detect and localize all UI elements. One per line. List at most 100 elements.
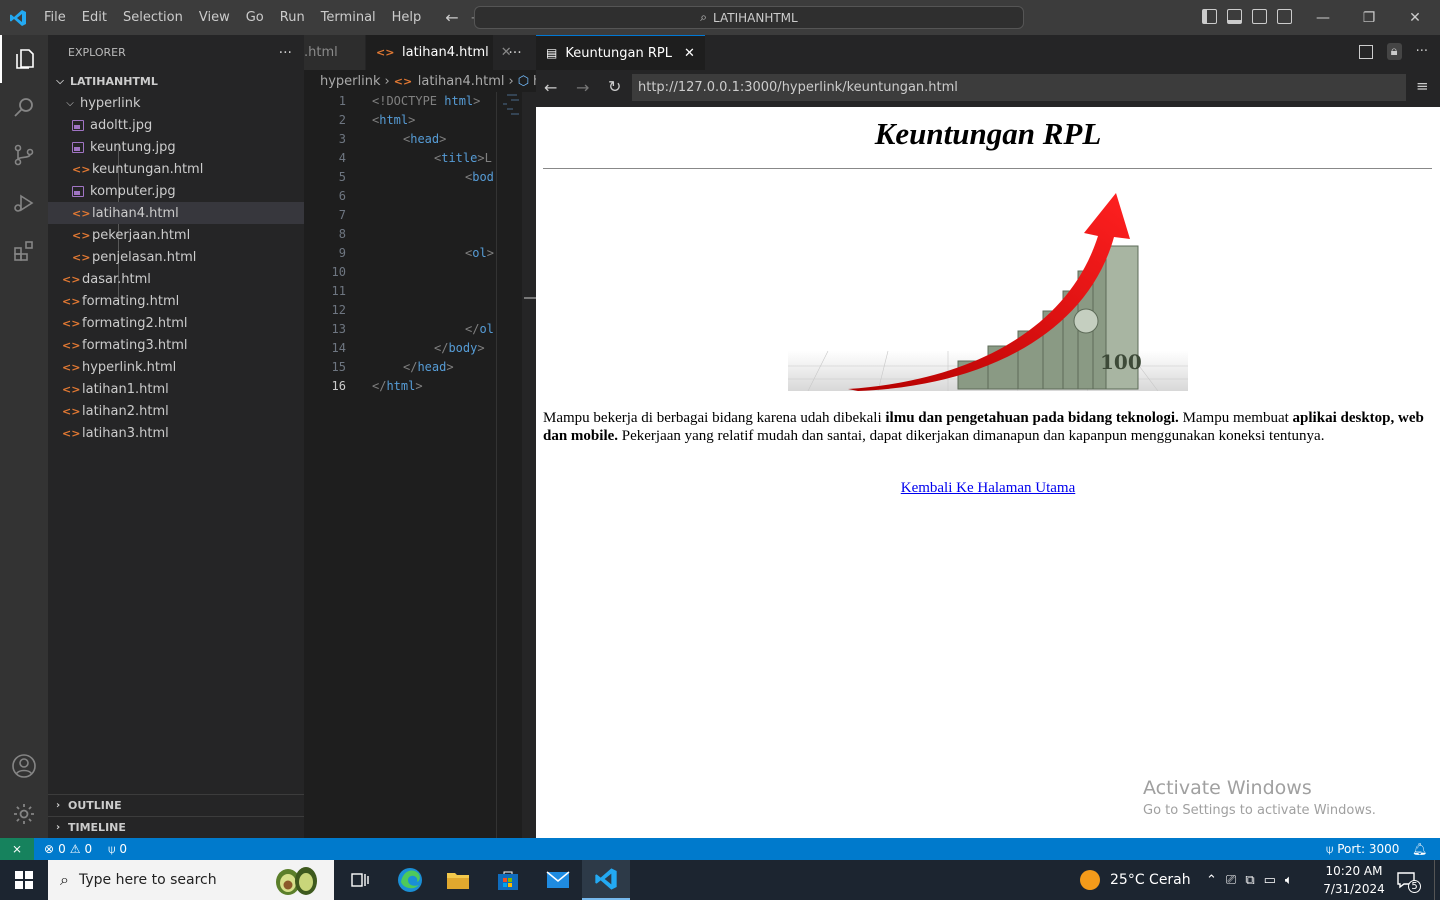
chevron-right-icon: › (384, 73, 390, 89)
more-actions-icon[interactable]: ··· (1416, 44, 1428, 59)
file-item[interactable]: <> latihan4.html (48, 202, 304, 224)
breadcrumb-folder[interactable]: hyperlink (320, 74, 381, 89)
edge-browser-icon[interactable] (386, 860, 434, 900)
taskbar-search-box[interactable]: ⌕ Type here to search (48, 860, 334, 900)
file-item[interactable]: komputer.jpg (48, 180, 304, 202)
tab-previous-html[interactable]: .html (304, 35, 366, 70)
outline-section[interactable]: › OUTLINE (48, 794, 304, 816)
file-item[interactable]: <> dasar.html (48, 268, 304, 290)
code-token-open: </ (434, 341, 449, 355)
menu-item-terminal[interactable]: Terminal (313, 10, 384, 25)
code-token-open: <!DOCTYPE (372, 94, 445, 108)
search-icon[interactable] (0, 83, 48, 131)
show-desktop-button[interactable] (1434, 860, 1440, 900)
code-token-tag: html (379, 113, 409, 127)
breadcrumb-file[interactable]: latihan4.html (418, 74, 505, 89)
back-to-home-link[interactable]: Kembali Ke Halaman Utama (536, 480, 1440, 497)
url-input[interactable]: http://127.0.0.1:3000/hyperlink/keuntung… (632, 74, 1406, 101)
microsoft-store-icon[interactable] (484, 860, 532, 900)
antenna-icon: ⍦ (1326, 841, 1334, 856)
lock-icon[interactable]: 🔒︎ (1386, 43, 1402, 60)
notification-center-icon[interactable]: 5 (1396, 870, 1421, 894)
menu-item-help[interactable]: Help (384, 10, 430, 25)
tab-label: latihan4.html (402, 45, 489, 60)
timeline-section[interactable]: › TIMELINE (48, 816, 304, 838)
tab-close-icon[interactable]: ✕ (684, 46, 695, 61)
vertical-scrollbar[interactable] (522, 92, 536, 838)
weather-widget[interactable]: 25°C Cerah (1080, 860, 1191, 900)
folder-hyperlink[interactable]: ⌵ hyperlink (48, 92, 304, 114)
toggle-secondary-sidebar-icon[interactable] (1252, 9, 1267, 24)
file-item[interactable]: adoltt.jpg (48, 114, 304, 136)
port-status[interactable]: ⍦ Port: 3000 (1326, 842, 1399, 857)
file-item[interactable]: <> keuntungan.html (48, 158, 304, 180)
menu-item-run[interactable]: Run (272, 10, 313, 25)
tab-keuntungan-rpl[interactable]: ▤ Keuntungan RPL ✕ (536, 35, 705, 70)
back-arrow-icon[interactable]: ← (445, 8, 458, 27)
file-explorer-icon[interactable] (434, 860, 482, 900)
file-item[interactable]: <> latihan1.html (48, 378, 304, 400)
account-icon[interactable] (0, 742, 48, 790)
menu-item-selection[interactable]: Selection (115, 10, 191, 25)
status-bar: ⨯ ⊗ 0 ⚠ 0 ⍦ 0 ⍦ Port: 3000 🔔︎ (0, 838, 1440, 860)
screen-share-icon[interactable]: ⧉ (1245, 873, 1254, 888)
settings-gear-icon[interactable] (0, 790, 48, 838)
minimize-icon[interactable]: — (1300, 0, 1346, 35)
toggle-sidebar-icon[interactable] (1202, 9, 1217, 24)
more-actions-icon[interactable]: ··· (279, 45, 292, 61)
file-item[interactable]: <> formating.html (48, 290, 304, 312)
task-view-icon[interactable] (336, 860, 384, 900)
problems-indicator[interactable]: ⊗ 0 ⚠ 0 (44, 842, 92, 856)
file-item[interactable]: <> latihan2.html (48, 400, 304, 422)
search-icon: ⌕ (700, 10, 707, 24)
menu-item-file[interactable]: File (36, 10, 74, 25)
file-item[interactable]: keuntung.jpg (48, 136, 304, 158)
minimap[interactable] (496, 92, 522, 838)
extensions-icon[interactable] (0, 227, 48, 275)
mail-icon[interactable] (534, 860, 582, 900)
file-item[interactable]: <> penjelasan.html (48, 246, 304, 268)
file-item[interactable]: <> formating3.html (48, 334, 304, 356)
file-item[interactable]: <> pekerjaan.html (48, 224, 304, 246)
error-count: 0 (58, 842, 66, 856)
editor-more-actions-icon[interactable]: ··· (494, 35, 536, 70)
code-line: <!DOCTYPE html> (372, 94, 494, 108)
forward-arrow-icon[interactable]: → (576, 78, 589, 97)
explorer-icon[interactable] (0, 35, 48, 83)
tab-latihan4[interactable]: <> latihan4.html ✕ (366, 35, 512, 70)
split-editor-icon[interactable] (1358, 44, 1373, 59)
growth-chart-image: 100 (788, 191, 1188, 392)
menu-item-view[interactable]: View (191, 10, 238, 25)
editor-group: .html <> latihan4.html ✕ ··· hyperlink ›… (304, 35, 536, 838)
menu-icon[interactable]: ≡ (1416, 77, 1429, 95)
ports-indicator[interactable]: ⍦ 0 (108, 842, 127, 857)
restore-icon[interactable]: ❐ (1346, 0, 1392, 35)
vscode-taskbar-icon[interactable] (582, 860, 630, 900)
run-debug-icon[interactable] (0, 179, 48, 227)
clock[interactable]: 10:20 AM 7/31/2024 (1322, 862, 1386, 898)
volume-muted-icon[interactable]: 🔈︎ (1285, 873, 1293, 888)
menu-item-edit[interactable]: Edit (74, 10, 115, 25)
para-text-3: Pekerjaan yang relatif mudah dan santai,… (618, 428, 1325, 444)
back-arrow-icon[interactable]: ← (544, 78, 557, 97)
file-item[interactable]: <> hyperlink.html (48, 356, 304, 378)
reload-icon[interactable]: ↻ (608, 77, 621, 96)
windows-start-icon[interactable] (0, 860, 48, 900)
html-file-icon: <> (62, 360, 81, 374)
file-label: hyperlink.html (82, 359, 177, 375)
file-item[interactable]: <> latihan3.html (48, 422, 304, 444)
network-icon[interactable]: ▭ (1264, 873, 1276, 888)
file-item[interactable]: <> formating2.html (48, 312, 304, 334)
close-icon[interactable]: ✕ (1392, 0, 1438, 35)
chevron-up-icon[interactable]: ⌃ (1206, 873, 1217, 888)
command-center[interactable]: ⌕ LATIHANHTML (474, 6, 1024, 29)
workspace-root[interactable]: ⌵ LATIHANHTML (48, 70, 304, 92)
remote-indicator-icon[interactable]: ⨯ (0, 838, 34, 860)
source-control-icon[interactable] (0, 131, 48, 179)
tab-label: Keuntungan RPL (565, 45, 672, 61)
toggle-panel-icon[interactable] (1227, 9, 1242, 24)
notifications-bell-icon[interactable]: 🔔︎ (1412, 842, 1427, 856)
customize-layout-icon[interactable] (1277, 9, 1292, 24)
menu-item-go[interactable]: Go (238, 10, 272, 25)
meet-now-icon[interactable]: ⎚ (1226, 873, 1236, 888)
